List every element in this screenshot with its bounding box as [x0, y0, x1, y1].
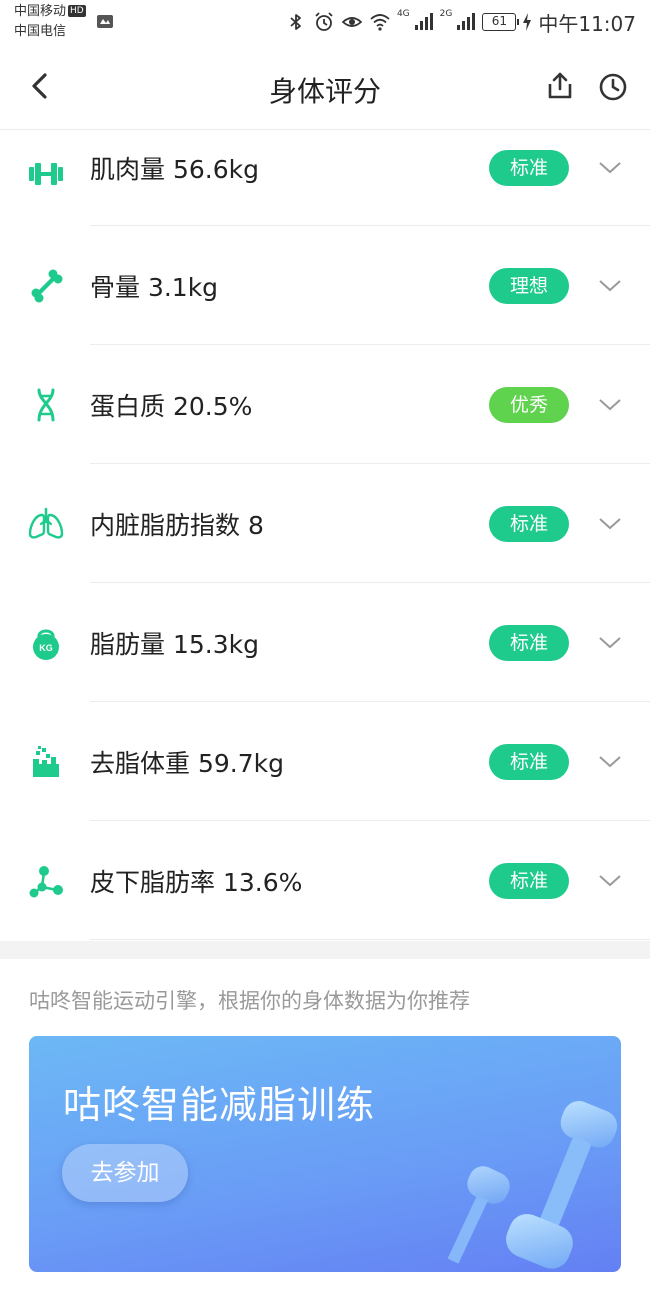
- dumbbell-illustration-icon: [447, 1101, 618, 1269]
- row-divider: [90, 939, 650, 940]
- eye-comfort-icon: [341, 17, 363, 27]
- metric-row-lean-mass[interactable]: 去脂体重 59.7kg 标准: [0, 702, 650, 821]
- dumbbell-icon: [29, 163, 63, 185]
- section-divider: [0, 941, 650, 959]
- chevron-down-icon[interactable]: [597, 158, 623, 178]
- status-badge: 优秀: [489, 386, 569, 423]
- metric-row-muscle[interactable]: 肌肉量 56.6kg 标准: [0, 130, 650, 226]
- wifi-icon: [370, 14, 390, 31]
- metric-row-protein[interactable]: 蛋白质 20.5% 优秀: [0, 345, 650, 464]
- clock-time: 中午11:07: [538, 11, 636, 36]
- signal-icon: [414, 13, 433, 30]
- metric-label: 皮下脂肪率 13.6%: [90, 867, 303, 897]
- history-clock-icon[interactable]: [598, 72, 628, 102]
- join-button[interactable]: 去参加: [62, 1144, 188, 1202]
- signal-icon: [457, 13, 476, 30]
- metric-label: 去脂体重 59.7kg: [90, 748, 284, 778]
- carrier-2: 中国电信: [14, 24, 67, 39]
- battery-indicator: 61: [482, 13, 520, 31]
- metric-row-subcutaneous-fat[interactable]: 皮下脂肪率 13.6% 标准: [0, 821, 650, 940]
- svg-text:KG: KG: [39, 643, 53, 653]
- status-icons: 4G 2G 61 中午11:07: [285, 8, 636, 36]
- status-badge: 标准: [489, 505, 569, 542]
- lean-mass-icon: [33, 745, 59, 777]
- kettlebell-kg-icon: KG: [33, 629, 59, 660]
- bluetooth-icon: [290, 14, 301, 30]
- chevron-down-icon[interactable]: [597, 276, 623, 296]
- lungs-icon: [28, 507, 64, 539]
- status-badge: 理想: [489, 267, 569, 304]
- nav-bar: 身体评分: [0, 44, 650, 130]
- chevron-down-icon[interactable]: [597, 871, 623, 891]
- status-badge: 标准: [489, 862, 569, 899]
- body-metric-list: 肌肉量 56.6kg 标准 骨量 3.1kg 理想 蛋白质 20.5% 优秀 内…: [0, 130, 650, 940]
- hd-badge: HD: [68, 5, 86, 17]
- status-badge: 标准: [489, 624, 569, 661]
- charging-icon: [523, 13, 532, 31]
- network-type-2: 2G: [439, 9, 453, 19]
- bone-icon: [31, 269, 63, 302]
- chevron-down-icon[interactable]: [597, 633, 623, 653]
- recommendation-text: 咕咚智能运动引擎，根据你的身体数据为你推荐: [29, 989, 470, 1013]
- chevron-down-icon[interactable]: [597, 514, 623, 534]
- alarm-icon: [315, 12, 333, 31]
- metric-row-visceral-fat[interactable]: 内脏脂肪指数 8 标准: [0, 464, 650, 583]
- carrier-1: 中国移动 HD: [14, 4, 86, 20]
- dna-icon: [37, 388, 55, 421]
- status-badge: 标准: [489, 743, 569, 780]
- molecule-icon: [29, 865, 63, 897]
- banner-title: 咕咚智能减脂训练: [63, 1083, 376, 1127]
- status-bar: 中国移动 HD 中国电信 4G 2G 61 中午11:07: [0, 0, 650, 44]
- chevron-down-icon[interactable]: [597, 395, 623, 415]
- metric-row-bone[interactable]: 骨量 3.1kg 理想: [0, 226, 650, 345]
- metric-label: 脂肪量 15.3kg: [90, 629, 259, 659]
- network-type-1: 4G: [396, 9, 410, 19]
- share-icon[interactable]: [544, 70, 576, 102]
- app-notification-icon: [97, 15, 113, 28]
- status-badge: 标准: [489, 150, 569, 186]
- carrier-1-name: 中国移动: [14, 4, 67, 19]
- chevron-down-icon[interactable]: [597, 752, 623, 772]
- training-banner[interactable]: 咕咚智能减脂训练 去参加: [29, 1036, 621, 1272]
- metric-label: 蛋白质 20.5%: [90, 391, 253, 421]
- metric-label: 骨量 3.1kg: [90, 272, 219, 302]
- metric-label: 内脏脂肪指数 8: [90, 510, 264, 540]
- metric-label: 肌肉量 56.6kg: [90, 155, 259, 184]
- metric-row-fat-mass[interactable]: KG 脂肪量 15.3kg 标准: [0, 583, 650, 702]
